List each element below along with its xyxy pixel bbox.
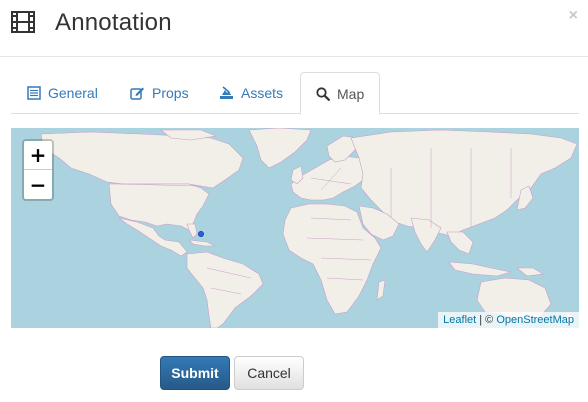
assets-icon xyxy=(220,86,233,99)
dialog-title: Annotation xyxy=(55,9,172,36)
zoom-in-button[interactable]: + xyxy=(24,141,52,170)
dialog-header: Annotation × xyxy=(0,0,588,57)
tab-bar: General Props Assets Map xyxy=(11,72,579,115)
list-icon xyxy=(27,86,41,100)
search-icon xyxy=(316,86,330,101)
map-attribution: Leaflet | © OpenStreetMap xyxy=(438,312,579,328)
attribution-separator: | © xyxy=(476,314,497,326)
zoom-out-button[interactable]: − xyxy=(24,170,52,199)
tab-map[interactable]: Map xyxy=(300,72,381,115)
tab-assets[interactable]: Assets xyxy=(219,72,283,114)
world-map-tiles xyxy=(40,128,578,328)
tab-assets-label: Assets xyxy=(241,85,284,101)
close-icon[interactable]: × xyxy=(569,6,578,26)
zoom-control: + − xyxy=(22,139,54,201)
tab-general-label: General xyxy=(48,85,98,101)
submit-button[interactable]: Submit xyxy=(160,356,230,390)
tab-props-label: Props xyxy=(152,85,189,101)
tab-props[interactable]: Props xyxy=(130,72,189,114)
leaflet-link[interactable]: Leaflet xyxy=(443,314,476,326)
tab-general[interactable]: General xyxy=(27,72,98,114)
film-icon xyxy=(11,11,35,33)
location-marker[interactable] xyxy=(198,231,204,237)
world-map[interactable]: + − Leaflet | © OpenStreetMap xyxy=(11,128,579,328)
cancel-button[interactable]: Cancel xyxy=(234,356,304,390)
tab-map-label: Map xyxy=(337,85,365,102)
edit-icon xyxy=(130,87,144,100)
openstreetmap-link[interactable]: OpenStreetMap xyxy=(496,314,574,326)
